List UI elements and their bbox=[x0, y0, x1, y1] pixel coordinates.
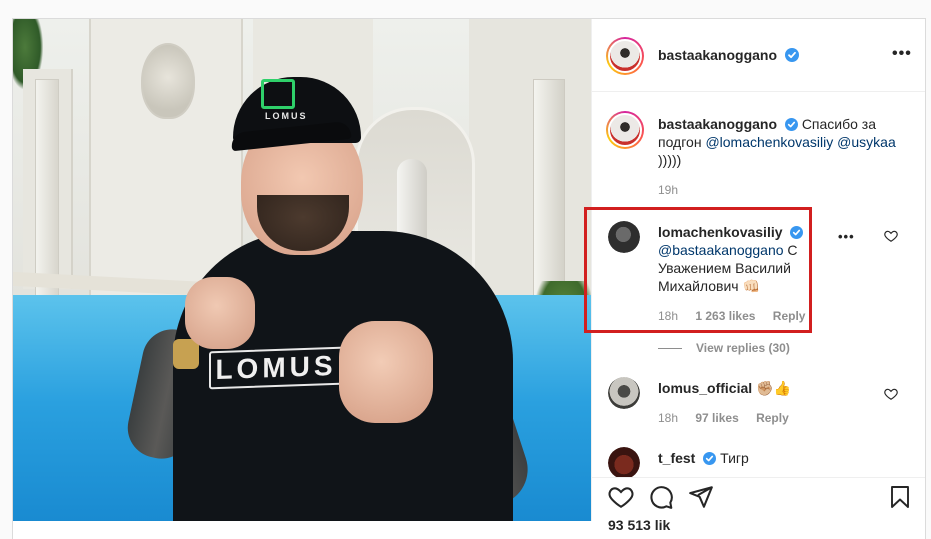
verified-badge-icon bbox=[785, 48, 800, 62]
verified-badge-icon bbox=[784, 118, 798, 131]
action-bar bbox=[592, 477, 925, 522]
share-paper-plane-icon[interactable] bbox=[688, 484, 714, 510]
comment-meta: 18h 97 likes Reply bbox=[658, 411, 803, 425]
shirt-logo-text: LOMUS bbox=[209, 346, 343, 390]
background-column bbox=[35, 79, 59, 297]
comment-time[interactable]: 18h bbox=[658, 411, 678, 425]
comment-username[interactable]: bastaakanoggano bbox=[658, 116, 777, 132]
comment-avatar[interactable] bbox=[608, 377, 640, 409]
verified-badge-icon bbox=[703, 452, 717, 465]
comment: lomus_official ✊🏼👍 bbox=[658, 379, 858, 397]
author-username[interactable]: bastaakanoggano bbox=[658, 47, 777, 63]
cap-logo-icon bbox=[261, 79, 295, 109]
heart-icon[interactable] bbox=[884, 229, 898, 243]
replies-line bbox=[658, 348, 682, 350]
author-avatar[interactable] bbox=[606, 37, 644, 75]
post-photo[interactable]: LOMUS LOMUS bbox=[13, 19, 591, 521]
comment-avatar[interactable] bbox=[608, 447, 640, 479]
comment: t_fest Тигр bbox=[658, 449, 858, 467]
comment-text: Тигр bbox=[720, 450, 749, 466]
fist-right bbox=[339, 321, 433, 423]
comment-time[interactable]: 19h bbox=[658, 183, 678, 197]
heart-icon[interactable] bbox=[884, 387, 898, 401]
comment-options-icon[interactable]: ••• bbox=[838, 229, 855, 244]
like-heart-icon[interactable] bbox=[608, 484, 634, 510]
comment-highlight-box bbox=[584, 207, 812, 333]
mention-link[interactable]: @usykaa bbox=[837, 134, 896, 150]
view-replies-label: View replies (30) bbox=[696, 341, 790, 355]
comment-text: ✊🏼👍 bbox=[756, 380, 791, 396]
comment-username[interactable]: lomus_official bbox=[658, 380, 752, 396]
cap-text: LOMUS bbox=[265, 111, 308, 121]
comment-meta: 19h bbox=[658, 183, 692, 197]
caption-comment: bastaakanoggano Спасибо за подгон @lomac… bbox=[658, 115, 908, 169]
reply-button[interactable]: Reply bbox=[756, 411, 789, 425]
fist-left bbox=[185, 277, 255, 349]
comment-likes[interactable]: 97 likes bbox=[695, 411, 738, 425]
post-likes-count[interactable]: 93 513 lik bbox=[608, 517, 670, 533]
view-replies-button[interactable]: View replies (30) bbox=[658, 341, 790, 355]
more-options-icon[interactable]: ••• bbox=[892, 45, 912, 63]
comment-text-suffix: ))))) bbox=[658, 152, 682, 168]
comment-username[interactable]: t_fest bbox=[658, 450, 695, 466]
comment-bubble-icon[interactable] bbox=[648, 484, 674, 510]
mention-link[interactable]: @lomachenkovasiliy bbox=[705, 134, 833, 150]
wrist-watch bbox=[173, 339, 199, 369]
post-header: bastaakanoggano ••• bbox=[592, 19, 925, 92]
bookmark-icon[interactable] bbox=[888, 484, 912, 510]
comment-avatar[interactable] bbox=[606, 111, 644, 149]
lion-relief bbox=[141, 43, 195, 119]
